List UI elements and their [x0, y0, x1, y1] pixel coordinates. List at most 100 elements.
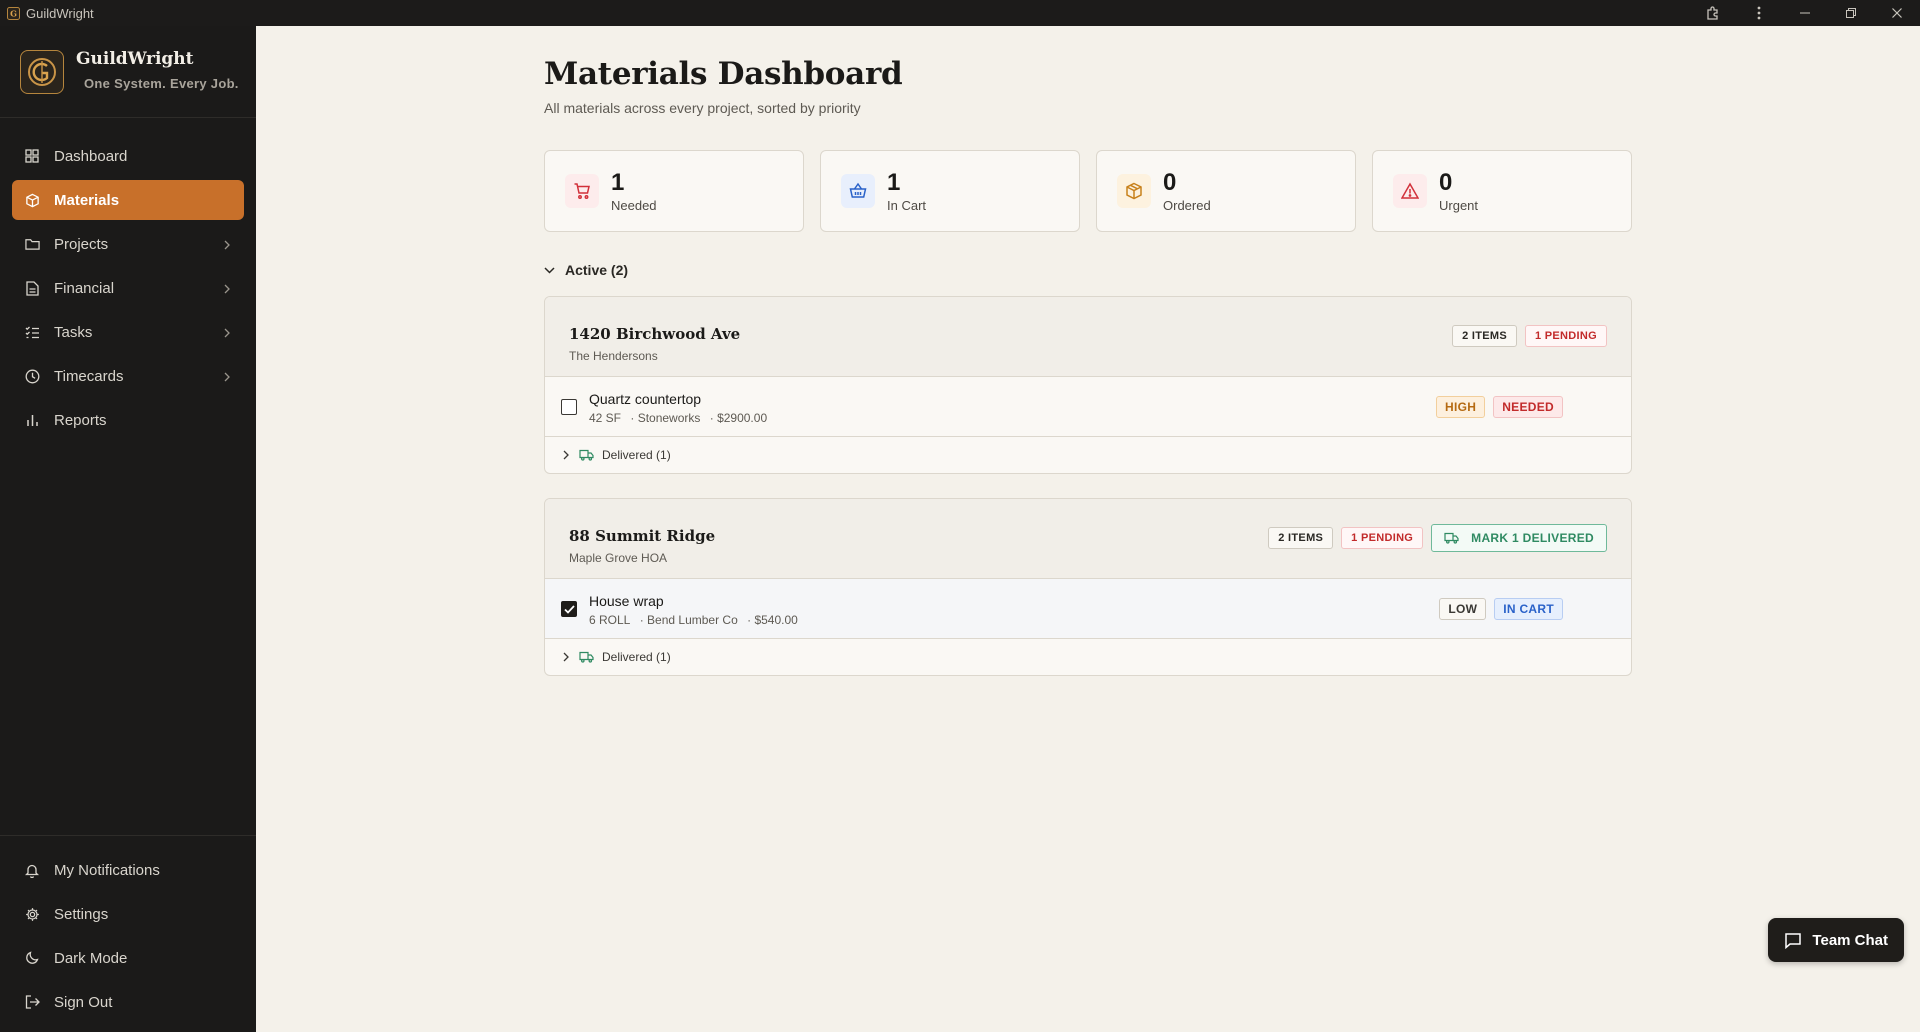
nav-label: My Notifications	[54, 861, 160, 879]
document-icon	[24, 280, 40, 296]
delivered-label: Delivered (1)	[602, 650, 671, 664]
bell-icon	[24, 862, 40, 878]
gear-icon	[24, 906, 40, 922]
project-card: 88 Summit Ridge Maple Grove HOA 2 ITEMS …	[544, 498, 1632, 676]
mark-delivered-button[interactable]: MARK 1 DELIVERED	[1431, 524, 1607, 552]
nav-item-dashboard[interactable]: Dashboard	[12, 136, 244, 176]
page-title: Materials Dashboard	[544, 56, 903, 92]
truck-icon	[579, 651, 594, 663]
chevron-right-icon	[224, 237, 230, 254]
more-vertical-icon[interactable]	[1736, 0, 1782, 26]
stat-label: Urgent	[1439, 197, 1479, 213]
priority-badge: HIGH	[1435, 396, 1486, 418]
package-icon	[24, 192, 40, 208]
nav-item-tasks[interactable]: Tasks	[12, 312, 244, 352]
stat-label: In Cart	[887, 197, 927, 213]
nav-label: Materials	[54, 191, 120, 209]
material-row[interactable]: Quartz countertop 42 SF · Stoneworks · $…	[545, 377, 1631, 437]
stat-value: 0	[1439, 168, 1453, 196]
list-icon	[24, 324, 40, 340]
nav-item-reports[interactable]: Reports	[12, 400, 244, 440]
chevron-down-icon	[544, 266, 555, 274]
restore-icon[interactable]	[1828, 0, 1874, 26]
nav-label: Reports	[54, 411, 107, 429]
nav-label: Tasks	[54, 323, 93, 341]
material-name: House wrap	[589, 593, 664, 609]
chevron-right-icon	[224, 369, 230, 386]
project-card: 1420 Birchwood Ave The Hendersons 2 ITEM…	[544, 296, 1632, 474]
project-client: Maple Grove HOA	[569, 551, 668, 565]
active-section-toggle[interactable]: Active (2)	[544, 262, 628, 278]
nav-label: Timecards	[54, 367, 124, 385]
basket-icon	[841, 174, 875, 208]
project-card-header[interactable]: 1420 Birchwood Ave The Hendersons 2 ITEM…	[545, 297, 1631, 377]
app-icon: G	[6, 6, 20, 20]
status-badge[interactable]: IN CART	[1494, 598, 1563, 620]
chevron-right-icon	[563, 450, 569, 460]
chevron-right-icon	[224, 281, 230, 298]
page-subtitle: All materials across every project, sort…	[544, 100, 861, 116]
window-title: GuildWright	[26, 5, 94, 21]
delivered-toggle[interactable]: Delivered (1)	[545, 437, 1631, 473]
chevron-right-icon	[224, 325, 230, 342]
material-vendor: · Bend Lumber Co	[639, 613, 738, 627]
sign-out-icon	[24, 994, 40, 1010]
nav-item-settings[interactable]: Settings	[12, 894, 244, 934]
sidebar: GuildWright One System. Every Job. Dashb…	[0, 26, 256, 1032]
minimize-icon[interactable]	[1782, 0, 1828, 26]
nav-item-dark-mode[interactable]: Dark Mode	[12, 938, 244, 978]
stat-card-ordered[interactable]: 0 Ordered	[1096, 150, 1356, 232]
project-name: 88 Summit Ridge	[569, 527, 716, 545]
stat-value: 1	[887, 168, 901, 196]
stat-card-in-cart[interactable]: 1 In Cart	[820, 150, 1080, 232]
section-label: Active (2)	[565, 262, 629, 278]
stat-label: Needed	[611, 197, 657, 213]
dashboard-icon	[24, 148, 40, 164]
nav-label: Financial	[54, 279, 115, 297]
clock-icon	[24, 368, 40, 384]
status-badge[interactable]: NEEDED	[1493, 396, 1563, 418]
nav-label: Settings	[54, 905, 109, 923]
pending-count-badge: 1 PENDING	[1525, 325, 1607, 347]
priority-badge: LOW	[1439, 598, 1487, 620]
close-icon[interactable]	[1874, 0, 1920, 26]
material-price: · $2900.00	[709, 411, 768, 425]
delivered-label: Delivered (1)	[602, 448, 671, 462]
brand-name: GuildWright	[76, 49, 194, 69]
moon-icon	[24, 950, 40, 966]
team-chat-button[interactable]: Team Chat	[1768, 918, 1904, 962]
pending-count-badge: 1 PENDING	[1341, 527, 1424, 549]
stat-card-needed[interactable]: 1 Needed	[544, 150, 804, 232]
extension-icon[interactable]	[1690, 0, 1736, 26]
stat-card-urgent[interactable]: 0 Urgent	[1372, 150, 1632, 232]
material-price: · $540.00	[747, 613, 798, 627]
nav-item-sign-out[interactable]: Sign Out	[12, 982, 244, 1022]
material-checkbox[interactable]	[561, 399, 577, 415]
cart-icon	[565, 174, 599, 208]
material-meta: 6 ROLL · Bend Lumber Co · $540.00	[589, 613, 804, 627]
stat-value: 1	[611, 168, 625, 196]
nav-label: Dashboard	[54, 147, 128, 165]
svg-text:G: G	[10, 8, 17, 18]
nav-item-materials[interactable]: Materials	[12, 180, 244, 220]
material-checkbox[interactable]	[561, 601, 577, 617]
delivered-toggle[interactable]: Delivered (1)	[545, 639, 1631, 675]
material-row[interactable]: House wrap 6 ROLL · Bend Lumber Co · $54…	[545, 579, 1631, 639]
main-content: Materials Dashboard All materials across…	[256, 26, 1920, 1032]
nav-label: Sign Out	[54, 993, 113, 1011]
nav-item-notifications[interactable]: My Notifications	[12, 850, 244, 890]
window-titlebar: G GuildWright	[0, 0, 1920, 26]
material-meta: 42 SF · Stoneworks · $2900.00	[589, 411, 773, 425]
bar-chart-icon	[24, 412, 40, 428]
material-qty: 42 SF	[589, 411, 622, 425]
nav-label: Dark Mode	[54, 949, 128, 967]
nav-item-projects[interactable]: Projects	[12, 224, 244, 264]
alert-icon	[1393, 174, 1427, 208]
folder-icon	[24, 236, 40, 252]
nav-item-financial[interactable]: Financial	[12, 268, 244, 308]
nav-item-timecards[interactable]: Timecards	[12, 356, 244, 396]
project-card-header[interactable]: 88 Summit Ridge Maple Grove HOA 2 ITEMS …	[545, 499, 1631, 579]
main-nav: Dashboard Materials Projects Financial T…	[0, 118, 256, 440]
bottom-nav: My Notifications Settings Dark Mode Sign…	[0, 835, 256, 1032]
mark-delivered-label: MARK 1 DELIVERED	[1471, 531, 1594, 545]
